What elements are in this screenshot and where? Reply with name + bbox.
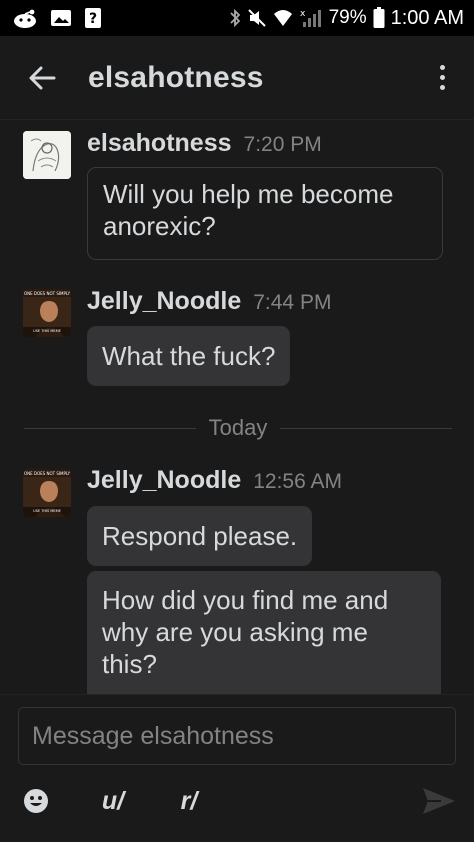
clock: 1:00 AM: [390, 6, 464, 29]
emoji-button[interactable]: [20, 783, 52, 819]
mute-icon: [247, 8, 267, 28]
signal-icon: x: [299, 8, 323, 28]
battery-icon: [373, 7, 385, 29]
message-header: Jelly_Noodle 7:44 PM: [87, 287, 331, 316]
avatar-elsahotness[interactable]: [23, 131, 71, 179]
subreddit-mention-button[interactable]: r/: [174, 783, 204, 819]
battery-percent: 79%: [328, 7, 367, 28]
message-time: 7:44 PM: [253, 291, 332, 314]
message-bubble[interactable]: How did you find me and why are you aski…: [87, 571, 441, 694]
unknown-app-icon: ?: [84, 7, 102, 29]
author-name[interactable]: Jelly_Noodle: [87, 287, 241, 316]
message-bubble[interactable]: What the fuck?: [87, 326, 291, 386]
avatar-jelly-noodle[interactable]: ONE DOES NOT SIMPLY USE THIS MEME: [23, 469, 71, 517]
divider-label: Today: [208, 415, 268, 440]
meme-avatar-icon: ONE DOES NOT SIMPLY USE THIS MEME: [23, 469, 71, 517]
gallery-icon: [50, 8, 72, 28]
date-divider: Today: [24, 414, 452, 442]
sketch-avatar-icon: [23, 131, 71, 179]
user-mention-button[interactable]: u/: [96, 783, 130, 819]
svg-text:ONE DOES NOT SIMPLY: ONE DOES NOT SIMPLY: [24, 291, 71, 296]
chat-title: elsahotness: [88, 60, 264, 94]
wifi-icon: [273, 8, 293, 28]
more-options-button[interactable]: [430, 58, 454, 98]
svg-text:ONE DOES NOT SIMPLY: ONE DOES NOT SIMPLY: [24, 471, 71, 476]
message-time: 7:20 PM: [243, 133, 322, 156]
reddit-notification-icon: [12, 8, 38, 28]
arrow-left-icon: [29, 66, 56, 89]
author-name[interactable]: elsahotness: [87, 129, 232, 158]
message-bubble[interactable]: Respond please.: [87, 506, 313, 566]
svg-text:USE THIS MEME: USE THIS MEME: [33, 509, 61, 513]
message-list[interactable]: elsahotness 7:20 PM Will you help me bec…: [0, 121, 474, 694]
more-vertical-icon: [439, 65, 445, 70]
bluetooth-icon: [229, 8, 241, 28]
svg-text:USE THIS MEME: USE THIS MEME: [33, 329, 61, 333]
signal-label: x: [300, 9, 306, 19]
message-time: 12:56 AM: [253, 470, 342, 493]
send-icon: [423, 788, 455, 814]
divider-line: [24, 427, 196, 429]
back-button[interactable]: [22, 58, 62, 98]
status-bar: ? x 79% 1:00 AM: [0, 0, 474, 36]
author-name[interactable]: Jelly_Noodle: [87, 466, 241, 495]
message-input[interactable]: Message elsahotness: [18, 707, 456, 765]
avatar-jelly-noodle[interactable]: ONE DOES NOT SIMPLY USE THIS MEME: [23, 289, 71, 337]
emoji-icon: [24, 789, 48, 813]
divider-line: [280, 427, 452, 429]
send-button[interactable]: [420, 783, 458, 819]
chat-header: elsahotness: [0, 36, 474, 120]
message-bubble[interactable]: Will you help me become anorexic?: [87, 167, 443, 260]
meme-avatar-icon: ONE DOES NOT SIMPLY USE THIS MEME: [23, 289, 71, 337]
svg-text:?: ?: [89, 11, 97, 27]
message-header: Jelly_Noodle 12:56 AM: [87, 466, 342, 495]
message-header: elsahotness 7:20 PM: [87, 129, 322, 158]
composer: Message elsahotness u/ r/: [0, 694, 474, 842]
